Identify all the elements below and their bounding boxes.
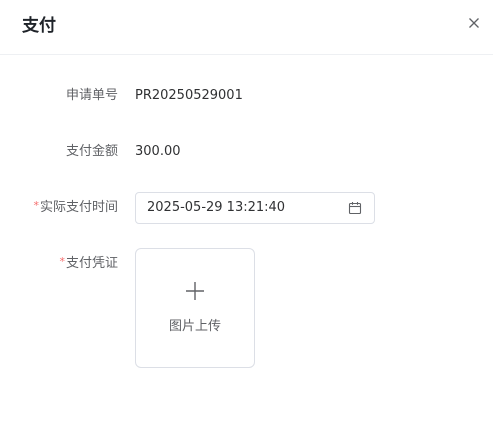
application-no-row: 申请单号 PR20250529001 [0,80,493,112]
amount-label: 支付金额 [65,144,118,159]
dialog-header: 支付 [0,0,493,55]
calendar-icon[interactable] [348,201,362,215]
payment-dialog: 支付 申请单号 PR20250529001 支付金额 300.00 *实际支付时… [0,0,493,431]
image-upload-button[interactable]: 图片上传 [135,248,255,368]
amount-row: 支付金额 300.00 [0,136,493,168]
voucher-label: 支付凭证 [65,256,118,271]
pay-time-row: *实际支付时间 2025-05-29 13:21:40 [0,192,493,224]
application-no-value: PR20250529001 [135,88,243,103]
application-no-label: 申请单号 [65,88,118,103]
plus-icon [185,281,205,301]
pay-time-label: 实际支付时间 [39,200,118,215]
pay-time-date-picker[interactable]: 2025-05-29 13:21:40 [135,192,375,224]
required-mark: * [33,199,39,212]
dialog-title: 支付 [22,16,56,36]
voucher-label-wrap: *支付凭证 [59,248,118,280]
required-mark: * [59,255,65,268]
pay-time-input-value: 2025-05-29 13:21:40 [147,200,286,215]
upload-label: 图片上传 [168,319,221,334]
amount-value: 300.00 [135,144,181,159]
close-icon[interactable] [465,14,483,32]
pay-time-label-wrap: *实际支付时间 [33,192,118,224]
